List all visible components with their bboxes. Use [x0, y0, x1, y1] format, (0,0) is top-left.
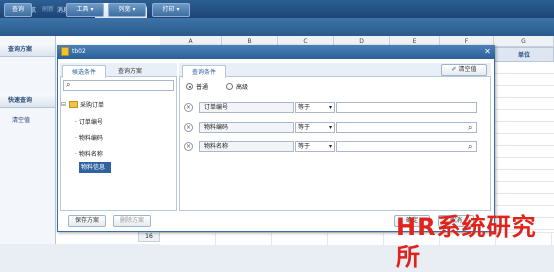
remove-condition-icon[interactable]: × [184, 103, 193, 112]
radio-dot [188, 85, 191, 88]
tree-item-order-number[interactable]: · 订单编号 [75, 117, 103, 126]
operator-label: 等于 [298, 104, 311, 111]
condition-field: 物料编码 [199, 122, 294, 133]
close-icon[interactable]: ✕ [483, 47, 492, 56]
remove-condition-icon[interactable]: × [184, 142, 193, 151]
condition-value-input[interactable] [336, 122, 477, 133]
chevron-down-icon: ▾ [328, 104, 332, 111]
tree-item-label: 订单编号 [78, 119, 103, 126]
operator-label: 等于 [298, 124, 311, 131]
delete-scheme-button[interactable]: 删除方案 [113, 215, 151, 227]
print-label: 打印 [162, 6, 175, 13]
operator-label: 等于 [298, 143, 311, 150]
tools-menu-button[interactable]: 工具 ▾ [66, 3, 104, 17]
clear-values-button[interactable]: ✐ 清空值 [441, 64, 487, 76]
toolbar [0, 18, 554, 36]
radio-normal[interactable] [186, 83, 193, 90]
tree-search-input[interactable] [63, 80, 174, 91]
chevron-down-icon: ▾ [328, 143, 332, 150]
columns-menu-button[interactable]: 列宽 ▾ [108, 3, 146, 17]
print-menu-button[interactable]: 打印 ▾ [152, 3, 190, 17]
dialog-title: tb02 [72, 48, 86, 55]
tree-item-material-info[interactable]: 物料信息 [79, 162, 111, 173]
tree-item-material-name[interactable]: · 物料名称 [75, 149, 103, 158]
app-icon [61, 47, 69, 56]
collapse-icon[interactable]: ⊟ [61, 101, 66, 108]
condition-operator-select[interactable]: 等于 ▾ [295, 141, 335, 152]
tab-scheme[interactable]: 查询方案 [108, 65, 152, 78]
chevron-down-icon: ▾ [328, 124, 332, 131]
chevron-down-icon: ▾ [132, 6, 136, 13]
clear-values-link[interactable]: 清空值 [12, 115, 30, 124]
refresh-button[interactable]: 刷新 [36, 3, 60, 17]
search-icon[interactable]: ⌕ [468, 122, 472, 133]
chevron-down-icon: ▾ [176, 6, 180, 13]
condition-value-input[interactable] [336, 102, 477, 113]
save-scheme-button[interactable]: 保存方案 [68, 215, 106, 227]
condition-value-input[interactable] [336, 141, 477, 152]
condition-field: 物料名称 [199, 141, 294, 152]
tools-label: 工具 [76, 6, 89, 13]
dialog-title-bar [57, 45, 495, 59]
sheet-grid-right [494, 62, 554, 232]
tab-conditions[interactable]: 查询条件 [182, 65, 226, 78]
remove-condition-icon[interactable]: × [184, 123, 193, 132]
query-scheme-header: 查询方案 [0, 43, 55, 57]
condition-field: 订单编号 [199, 102, 294, 113]
folder-icon [69, 101, 78, 108]
columns-label: 列宽 [118, 6, 131, 13]
condition-operator-select[interactable]: 等于 ▾ [295, 102, 335, 113]
watermark-logo: HR系统研究所 [396, 213, 537, 271]
radio-normal-label: 普通 [196, 84, 209, 91]
tree-item-material-code[interactable]: · 物料编码 [75, 133, 103, 142]
quick-query-header: 快速查询 [0, 94, 55, 108]
radio-advanced[interactable] [226, 83, 233, 90]
eraser-icon: ✐ [451, 66, 457, 73]
tree-root[interactable]: 采购订单 [80, 100, 104, 109]
condition-operator-select[interactable]: 等于 ▾ [295, 122, 335, 133]
left-pane [0, 36, 56, 244]
column-header-g[interactable]: G [494, 36, 554, 47]
tab-candidate[interactable]: 候选条件 [62, 65, 106, 78]
radio-advanced-label: 高级 [236, 84, 249, 91]
search-icon: ⌕ [66, 80, 71, 89]
clear-values-label: 清空值 [458, 66, 477, 73]
tree-item-label: 物料编码 [78, 135, 103, 142]
unit-column-header: 单位 [494, 47, 554, 62]
search-icon[interactable]: ⌕ [468, 141, 472, 152]
tree-item-label: 物料名称 [78, 151, 103, 158]
query-button[interactable]: 查询 [4, 3, 32, 17]
chevron-down-icon: ▾ [90, 6, 94, 13]
